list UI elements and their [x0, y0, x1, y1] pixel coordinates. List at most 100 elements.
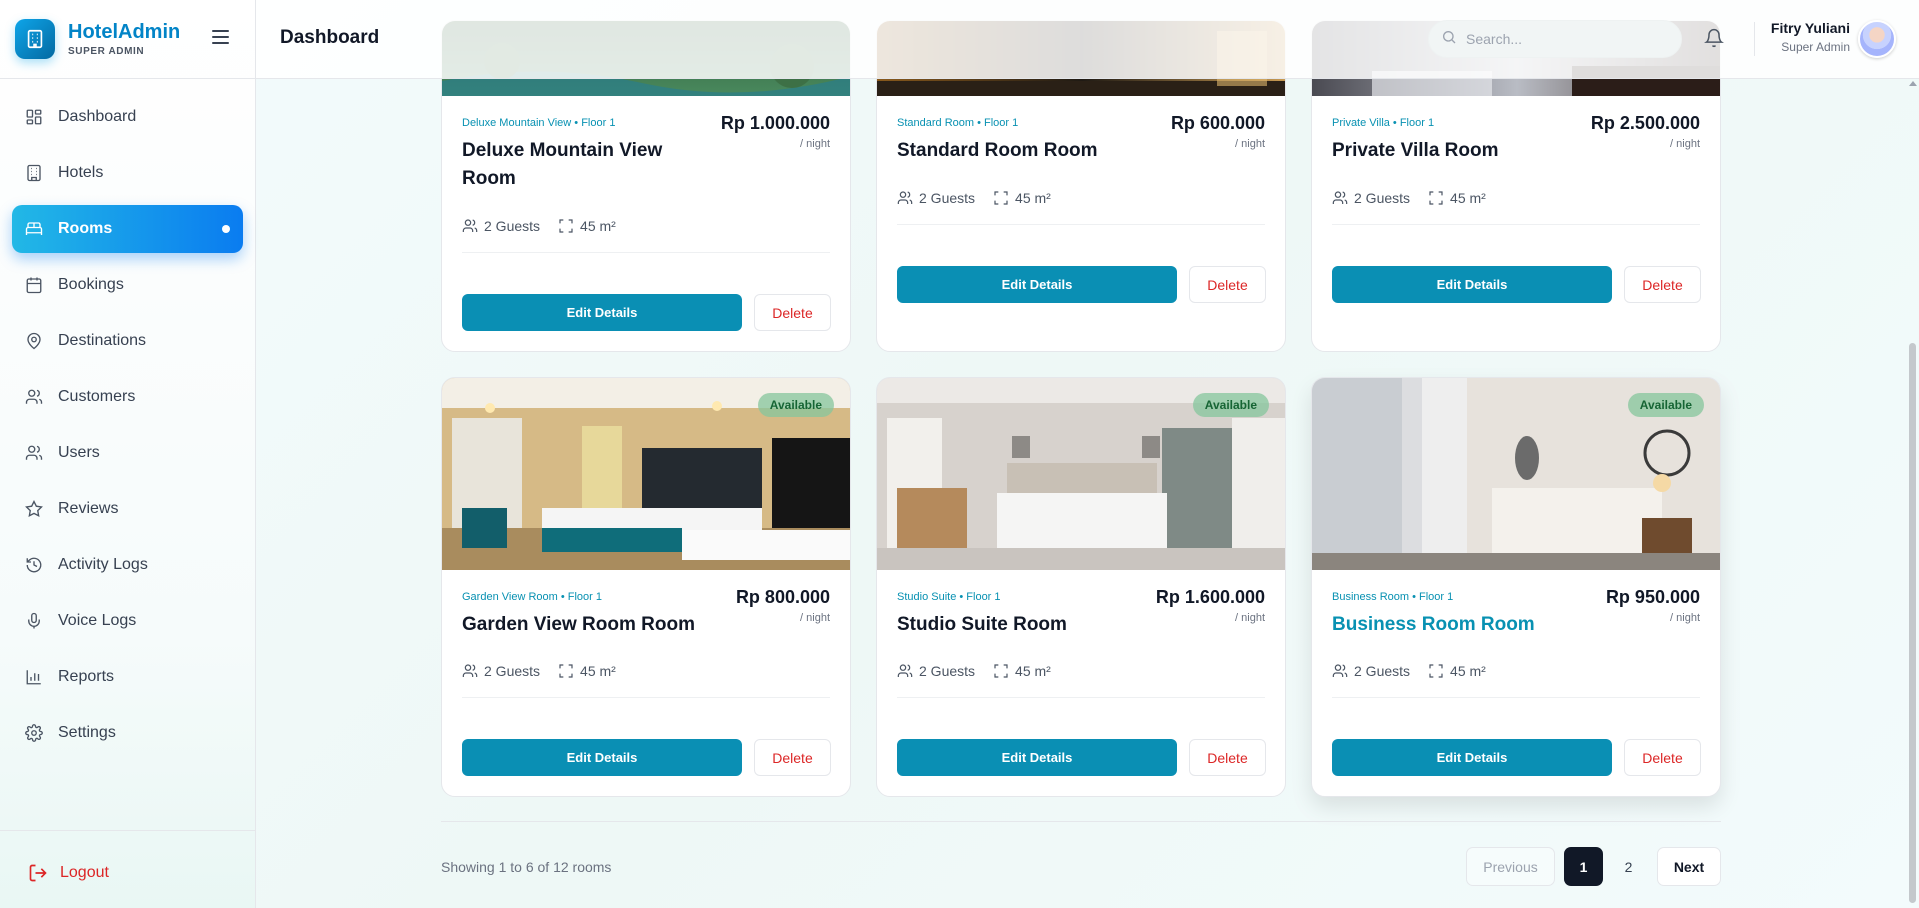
- card-divider: [1332, 697, 1700, 698]
- next-page-button[interactable]: Next: [1657, 847, 1721, 886]
- users-icon: [897, 664, 913, 677]
- room-specs: 2 Guests 45 m²: [897, 190, 1265, 206]
- search-box: [1428, 20, 1682, 58]
- page-2-button[interactable]: 2: [1609, 847, 1648, 886]
- previous-page-button[interactable]: Previous: [1466, 847, 1555, 886]
- page-1-button[interactable]: 1: [1564, 847, 1603, 886]
- room-info: Private Villa • Floor 1 Private Villa Ro…: [1332, 113, 1700, 165]
- delete-button[interactable]: Delete: [1189, 266, 1266, 303]
- edit-details-button[interactable]: Edit Details: [1332, 266, 1612, 303]
- sidebar-item-users[interactable]: Users: [12, 429, 243, 477]
- room-specs: 2 Guests 45 m²: [897, 663, 1265, 679]
- users-icon: [24, 443, 44, 463]
- room-size: 45 m²: [1015, 190, 1051, 206]
- room-size: 45 m²: [1450, 663, 1486, 679]
- room-info: Garden View Room • Floor 1 Garden View R…: [462, 587, 830, 639]
- sidebar-item-bookings[interactable]: Bookings: [12, 261, 243, 309]
- room-info: Deluxe Mountain View • Floor 1 Deluxe Mo…: [462, 113, 830, 193]
- user-role: Super Admin: [1781, 40, 1850, 54]
- sidebar-item-label: Users: [58, 444, 100, 461]
- card-divider: [897, 697, 1265, 698]
- delete-button[interactable]: Delete: [1624, 266, 1701, 303]
- sidebar-nav: Dashboard Hotels Rooms Bookings Destinat…: [0, 79, 255, 757]
- price-value: Rp 1.000.000: [720, 113, 830, 133]
- sidebar-item-customers[interactable]: Customers: [12, 373, 243, 421]
- guests-count: 2 Guests: [484, 663, 541, 679]
- room-price: Rp 1.000.000 / night: [721, 113, 830, 150]
- sidebar-item-hotels[interactable]: Hotels: [12, 149, 243, 197]
- pagination-divider: [441, 821, 1721, 822]
- room-name[interactable]: Deluxe Mountain View Room: [462, 137, 682, 193]
- map-pin-icon: [24, 331, 44, 351]
- room-name[interactable]: Private Villa Room: [1332, 137, 1552, 165]
- bar-chart-icon: [24, 667, 44, 687]
- status-badge: Available: [757, 393, 834, 417]
- card-divider: [462, 697, 830, 698]
- sidebar-item-rooms[interactable]: Rooms: [12, 205, 243, 253]
- edit-details-button[interactable]: Edit Details: [462, 294, 742, 331]
- sidebar-item-reports[interactable]: Reports: [12, 653, 243, 701]
- sidebar-item-label: Activity Logs: [58, 556, 148, 573]
- delete-button[interactable]: Delete: [1189, 739, 1266, 776]
- sidebar-item-label: Customers: [58, 388, 136, 405]
- sidebar-item-destinations[interactable]: Destinations: [12, 317, 243, 365]
- room-name[interactable]: Garden View Room Room: [462, 611, 702, 639]
- scrollbar-thumb[interactable]: [1909, 343, 1916, 903]
- search-icon: [1441, 29, 1457, 50]
- users-icon: [897, 191, 913, 204]
- guests-count: 2 Guests: [1354, 190, 1411, 206]
- bell-icon[interactable]: [1704, 28, 1724, 53]
- delete-button[interactable]: Delete: [754, 739, 831, 776]
- mic-icon: [24, 611, 44, 631]
- expand-icon: [559, 219, 573, 233]
- edit-details-button[interactable]: Edit Details: [897, 739, 1177, 776]
- room-info: Studio Suite • Floor 1 Studio Suite Room…: [897, 587, 1265, 639]
- room-specs: 2 Guests 45 m²: [1332, 190, 1700, 206]
- expand-icon: [559, 664, 573, 678]
- brand-name: HotelAdmin: [68, 21, 181, 43]
- delete-button[interactable]: Delete: [754, 294, 831, 331]
- price-unit: / night: [1235, 612, 1265, 624]
- sidebar-item-dashboard[interactable]: Dashboard: [12, 93, 243, 141]
- active-indicator: [222, 225, 230, 233]
- room-card: Available Garden View Room • Floor 1 Gar…: [441, 377, 851, 797]
- edit-details-button[interactable]: Edit Details: [462, 739, 742, 776]
- search-input[interactable]: [1466, 31, 1666, 47]
- room-name[interactable]: Studio Suite Room: [897, 611, 1117, 639]
- price-unit: / night: [800, 138, 830, 150]
- edit-details-button[interactable]: Edit Details: [897, 266, 1177, 303]
- brand-role: SUPER ADMIN: [68, 46, 145, 57]
- room-name[interactable]: Standard Room Room: [897, 137, 1117, 165]
- card-divider: [462, 252, 830, 253]
- room-name[interactable]: Business Room Room: [1332, 611, 1552, 639]
- users-icon: [24, 387, 44, 407]
- guests-count: 2 Guests: [919, 663, 976, 679]
- sidebar-item-voice-logs[interactable]: Voice Logs: [12, 597, 243, 645]
- sidebar-item-label: Voice Logs: [58, 612, 137, 629]
- room-price: Rp 1.600.000 / night: [1156, 587, 1265, 624]
- logout-button[interactable]: Logout: [28, 863, 109, 883]
- room-price: Rp 600.000 / night: [1171, 113, 1265, 150]
- room-price: Rp 800.000 / night: [736, 587, 830, 624]
- users-icon: [462, 664, 478, 677]
- building-icon: [24, 163, 44, 183]
- edit-details-button[interactable]: Edit Details: [1332, 739, 1612, 776]
- delete-button[interactable]: Delete: [1624, 739, 1701, 776]
- price-unit: / night: [800, 612, 830, 624]
- sidebar-item-reviews[interactable]: Reviews: [12, 485, 243, 533]
- price-unit: / night: [1670, 138, 1700, 150]
- hotel-logo-icon: [15, 19, 55, 59]
- sidebar-item-activity-logs[interactable]: Activity Logs: [12, 541, 243, 589]
- room-size: 45 m²: [580, 218, 616, 234]
- expand-icon: [1429, 664, 1443, 678]
- calendar-icon: [24, 275, 44, 295]
- room-info: Business Room • Floor 1 Business Room Ro…: [1332, 587, 1700, 639]
- avatar[interactable]: [1858, 20, 1896, 58]
- gear-icon: [24, 723, 44, 743]
- room-specs: 2 Guests 45 m²: [462, 663, 830, 679]
- scrollbar[interactable]: [1906, 79, 1919, 908]
- scroll-up-icon[interactable]: [1909, 81, 1917, 86]
- sidebar-item-settings[interactable]: Settings: [12, 709, 243, 757]
- menu-toggle-icon[interactable]: [212, 30, 229, 44]
- user-info[interactable]: Fitry Yuliani Super Admin: [1762, 20, 1850, 54]
